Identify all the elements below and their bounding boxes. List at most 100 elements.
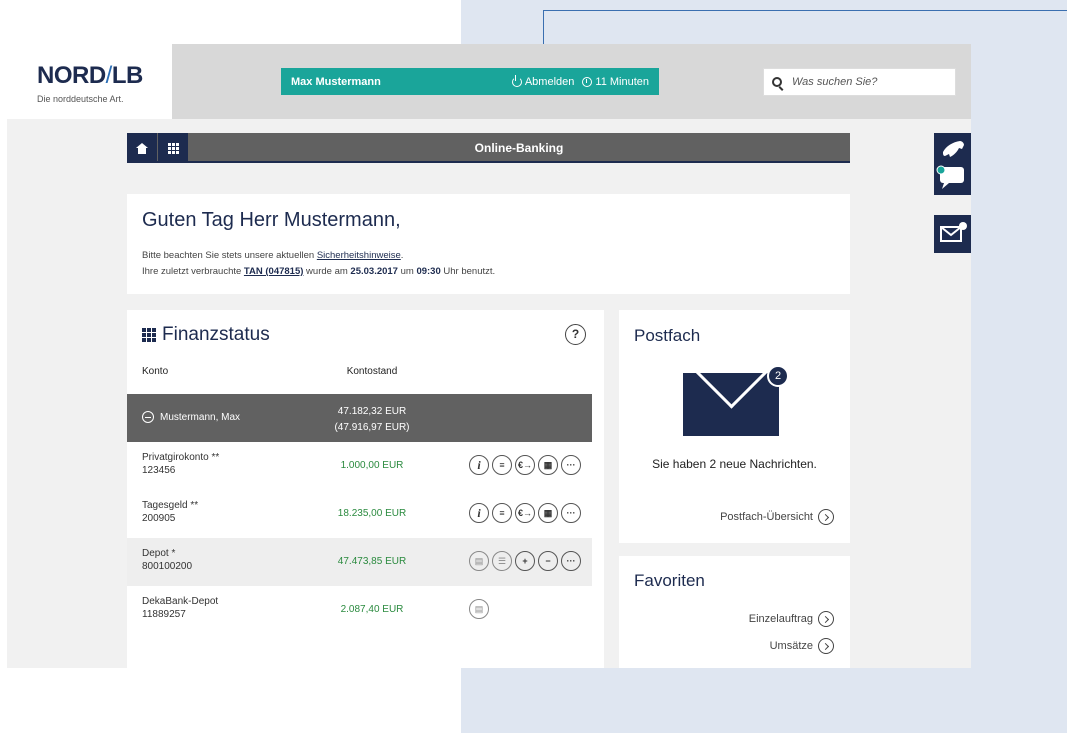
home-button[interactable] (127, 133, 157, 163)
nav-title: Online-Banking (474, 141, 564, 155)
user-name: Max Mustermann (291, 75, 381, 88)
security-link[interactable]: Sicherheitshinweise (317, 250, 401, 261)
home-icon (136, 142, 148, 154)
account-name: Tagesgeld ** (142, 500, 199, 511)
owner-row[interactable]: Mustermann, Max 47.182,32 EUR (47.916,97 … (127, 394, 592, 442)
more-icon[interactable]: ··· (561, 503, 581, 523)
session-timer: 11 Minuten (582, 76, 649, 88)
timer-label: 11 Minuten (595, 75, 649, 88)
document-icon[interactable]: ▤ (469, 551, 489, 571)
header: NORD/LB Die norddeutsche Art. Max Muster… (7, 44, 971, 119)
user-bar: Max Mustermann Abmelden 11 Minuten (281, 68, 659, 95)
search-input[interactable]: Was suchen Sie? (763, 68, 956, 96)
collapse-icon[interactable] (142, 411, 154, 423)
finanzstatus-card: Finanzstatus ? Konto Kontostand Musterma… (127, 310, 604, 668)
clock-icon (582, 76, 593, 87)
account-name: DekaBank-Depot (142, 596, 219, 607)
minus-icon[interactable]: − (538, 551, 558, 571)
info-icon[interactable]: i (469, 455, 489, 475)
message-count-badge: 2 (767, 365, 789, 387)
grid-icon (167, 142, 179, 154)
account-actions: i ≡ €→ ▦ ··· (469, 455, 581, 475)
postfach-card: Postfach 2 Sie haben 2 neue Nachrichten.… (619, 310, 850, 543)
account-label: Depot * 800100200 (142, 547, 192, 573)
finanzstatus-title: Finanzstatus (142, 324, 270, 346)
list-icon[interactable]: ≡ (492, 503, 512, 523)
chevron-right-icon (818, 638, 834, 654)
account-row[interactable]: Tagesgeld ** 200905 18.235,00 EUR i ≡ €→ … (127, 490, 592, 538)
info-icon[interactable]: i (469, 503, 489, 523)
logo-tagline: Die norddeutsche Art. (37, 94, 124, 104)
column-header-konto: Konto (142, 366, 169, 377)
document-icon[interactable]: ▤ (469, 599, 489, 619)
tan-time: 09:30 (416, 266, 441, 277)
logo-text: LB (111, 62, 144, 89)
notice-text: . (400, 250, 404, 261)
tan-date: 25.03.2017 (350, 266, 398, 277)
power-icon (511, 74, 522, 87)
title-text: Finanzstatus (162, 324, 270, 345)
envelope-icon[interactable] (683, 373, 779, 436)
list-icon[interactable]: ≡ (492, 455, 512, 475)
account-number: 123456 (142, 465, 176, 476)
account-balance: 2.087,40 EUR (340, 604, 404, 615)
notice-text: Uhr benutzt. (440, 266, 496, 277)
logout-button[interactable]: Abmelden (511, 74, 575, 88)
link-label: Umsätze (769, 640, 813, 652)
logo[interactable]: NORD/LB Die norddeutsche Art. (7, 44, 172, 119)
owner-name: Mustermann, Max (160, 411, 241, 423)
calendar-icon[interactable]: ▦ (538, 455, 558, 475)
account-label: Privatgirokonto ** 123456 (142, 451, 219, 477)
search-placeholder: Was suchen Sie? (792, 76, 878, 88)
phone-icon (936, 141, 964, 189)
transfer-icon[interactable]: €→ (515, 455, 535, 475)
account-balance: 1.000,00 EUR (340, 460, 404, 471)
notice-text: Ihre zuletzt verbrauchte (142, 266, 244, 277)
grid-icon (142, 328, 156, 342)
transfer-icon[interactable]: €→ (515, 503, 535, 523)
account-row[interactable]: Privatgirokonto ** 123456 1.000,00 EUR i … (127, 442, 592, 490)
plus-icon[interactable]: + (515, 551, 535, 571)
chevron-right-icon (818, 611, 834, 627)
favorite-link-einzelauftrag[interactable]: Einzelauftrag (749, 611, 834, 627)
postfach-message: Sie haben 2 neue Nachrichten. (652, 457, 817, 471)
column-header-kontostand: Kontostand (346, 366, 398, 377)
menu-grid-button[interactable] (158, 133, 188, 163)
link-label: Postfach-Übersicht (720, 511, 813, 523)
account-row[interactable]: Depot * 800100200 47.473,85 EUR ▤ ☰ + − ·… (127, 538, 592, 586)
owner-total: 47.182,32 EUR (47.916,97 EUR) (307, 404, 437, 436)
postfach-title: Postfach (634, 326, 701, 345)
favoriten-title: Favoriten (634, 571, 705, 590)
account-balance: 18.235,00 EUR (337, 508, 407, 519)
greeting-card: Guten Tag Herr Mustermann, Bitte beachte… (127, 194, 850, 294)
tan-link[interactable]: TAN (047815) (244, 266, 304, 277)
contact-mail-button[interactable] (934, 215, 971, 253)
mail-icon (940, 222, 967, 242)
security-notice: Bitte beachten Sie stets unsere aktuelle… (142, 250, 403, 261)
account-row[interactable]: DekaBank-Depot 11889257 2.087,40 EUR ▤ (127, 586, 592, 634)
more-icon[interactable]: ··· (561, 551, 581, 571)
account-number: 11889257 (142, 609, 186, 620)
logout-label: Abmelden (524, 75, 575, 88)
greeting-title: Guten Tag Herr Mustermann, (142, 209, 401, 231)
account-label: DekaBank-Depot 11889257 (142, 595, 218, 621)
link-label: Einzelauftrag (748, 613, 813, 625)
notice-text: Bitte beachten Sie stets unsere aktuelle… (142, 250, 317, 261)
more-icon[interactable]: ··· (561, 455, 581, 475)
account-name: Privatgirokonto ** (142, 452, 220, 463)
account-actions: i ≡ €→ ▦ ··· (469, 503, 581, 523)
list-icon[interactable]: ☰ (492, 551, 512, 571)
chevron-right-icon (818, 509, 834, 525)
postfach-overview-link[interactable]: Postfach-Übersicht (720, 509, 834, 525)
account-number: 800100200 (142, 561, 193, 572)
calendar-icon[interactable]: ▦ (538, 503, 558, 523)
help-button[interactable]: ? (565, 324, 586, 345)
phone-chat-button[interactable] (934, 133, 971, 195)
account-label: Tagesgeld ** 200905 (142, 499, 198, 525)
total-alt-value: (47.916,97 EUR) (334, 422, 410, 433)
favorite-link-umsaetze[interactable]: Umsätze (770, 638, 834, 654)
logo-text: NORD (37, 62, 106, 89)
total-value: 47.182,32 EUR (337, 406, 407, 417)
banking-app: NORD/LB Die norddeutsche Art. Max Muster… (7, 44, 971, 668)
bracket-line (543, 10, 1067, 11)
